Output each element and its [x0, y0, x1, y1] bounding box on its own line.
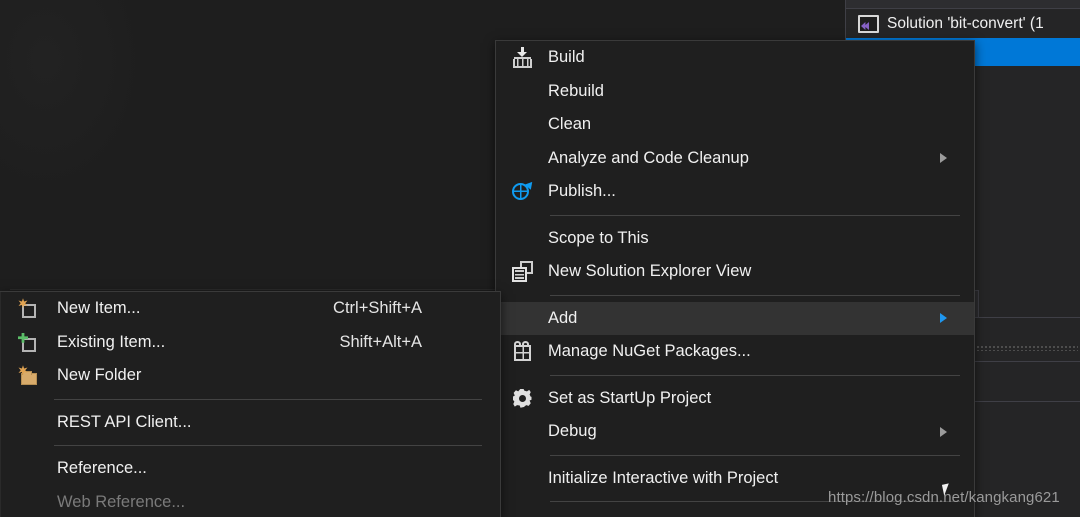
submenu-item-shortcut: Ctrl+Shift+A	[333, 299, 500, 318]
menu-separator	[550, 455, 960, 456]
menu-item-scope-to-this[interactable]: Scope to This	[496, 222, 974, 256]
menu-item-analyze-and-code-cleanup[interactable]: Analyze and Code Cleanup	[496, 142, 974, 176]
submenu-item-shortcut: Shift+Alt+A	[339, 333, 500, 352]
build-icon	[496, 41, 548, 75]
menu-separator	[550, 295, 960, 296]
submenu-separator	[54, 445, 482, 446]
app-root: Solution 'bit-convert' (1 onvert roperti…	[0, 0, 1080, 517]
menu-item-clean[interactable]: Clean	[496, 108, 974, 142]
menu-item-debug[interactable]: Debug	[496, 415, 974, 449]
submenu-item-label: New Folder	[57, 366, 422, 385]
submenu-item-new-item[interactable]: New Item... Ctrl+Shift+A	[0, 292, 500, 326]
solution-node-label: Solution 'bit-convert' (1	[887, 15, 1044, 33]
no-icon	[0, 452, 57, 486]
submenu-item-reference[interactable]: Reference...	[0, 452, 500, 486]
nuget-icon	[496, 335, 548, 369]
new-item-icon	[0, 292, 57, 326]
submenu-item-web-reference: Web Reference...	[0, 486, 500, 517]
menu-separator	[550, 375, 960, 376]
menu-item-rebuild[interactable]: Rebuild	[496, 75, 974, 109]
no-icon	[496, 302, 548, 336]
menu-item-label: Rebuild	[548, 82, 974, 101]
publish-globe-icon	[496, 175, 548, 209]
chevron-right-icon	[940, 427, 947, 437]
no-icon	[496, 415, 548, 449]
menu-item-label: Initialize Interactive with Project	[548, 469, 974, 488]
menu-item-new-solution-explorer-view[interactable]: New Solution Explorer View	[496, 255, 974, 289]
chevron-right-icon	[940, 153, 947, 163]
submenu-item-new-folder[interactable]: New Folder	[0, 359, 500, 393]
menu-item-label: Set as StartUp Project	[548, 389, 974, 408]
submenu-separator	[54, 399, 482, 400]
no-icon	[496, 142, 548, 176]
menu-item-label: Add	[548, 309, 974, 328]
new-folder-icon	[0, 359, 57, 393]
menu-item-label: Debug	[548, 422, 974, 441]
menu-item-publish[interactable]: Publish...	[496, 175, 974, 209]
no-icon	[496, 222, 548, 256]
menu-item-label: Build	[548, 48, 974, 67]
menu-item-label: Manage NuGet Packages...	[548, 342, 974, 361]
solution-explorer-toolbar[interactable]	[846, 0, 1080, 9]
submenu-item-existing-item[interactable]: Existing Item... Shift+Alt+A	[0, 326, 500, 360]
menu-item-set-as-startup-project[interactable]: Set as StartUp Project	[496, 382, 974, 416]
chevron-right-icon	[940, 313, 947, 323]
editor-background-smudge	[0, 0, 150, 200]
menu-item-label: Scope to This	[548, 229, 974, 248]
project-context-menu: Build Rebuild Clean Analyze and Code Cle…	[495, 40, 975, 517]
no-icon	[0, 486, 57, 517]
menu-item-add[interactable]: Add	[496, 302, 974, 336]
menu-item-label: New Solution Explorer View	[548, 262, 974, 281]
solution-explorer-view-icon	[496, 255, 548, 289]
submenu-item-label: Web Reference...	[57, 493, 500, 512]
no-icon	[496, 75, 548, 109]
add-submenu: New Item... Ctrl+Shift+A Existing Item..…	[0, 291, 501, 517]
no-icon	[0, 406, 57, 440]
no-icon	[496, 508, 548, 517]
visual-studio-solution-icon	[858, 15, 879, 33]
no-icon	[496, 108, 548, 142]
gear-icon	[496, 382, 548, 416]
menu-item-label: Clean	[548, 115, 974, 134]
no-icon	[496, 462, 548, 496]
submenu-item-label: New Item...	[57, 299, 333, 318]
menu-item-build[interactable]: Build	[496, 41, 974, 75]
menu-item-label: Publish...	[548, 182, 974, 201]
solution-root-node[interactable]: Solution 'bit-convert' (1	[846, 10, 1080, 38]
submenu-item-rest-api-client[interactable]: REST API Client...	[0, 406, 500, 440]
submenu-item-label: Reference...	[57, 459, 500, 478]
submenu-item-label: REST API Client...	[57, 413, 500, 432]
menu-item-manage-nuget-packages[interactable]: Manage NuGet Packages...	[496, 335, 974, 369]
menu-item-label: Analyze and Code Cleanup	[548, 149, 974, 168]
menu-item-source-control[interactable]	[496, 508, 974, 517]
submenu-item-label: Existing Item...	[57, 333, 339, 352]
menu-separator	[550, 215, 960, 216]
existing-item-icon	[0, 326, 57, 360]
